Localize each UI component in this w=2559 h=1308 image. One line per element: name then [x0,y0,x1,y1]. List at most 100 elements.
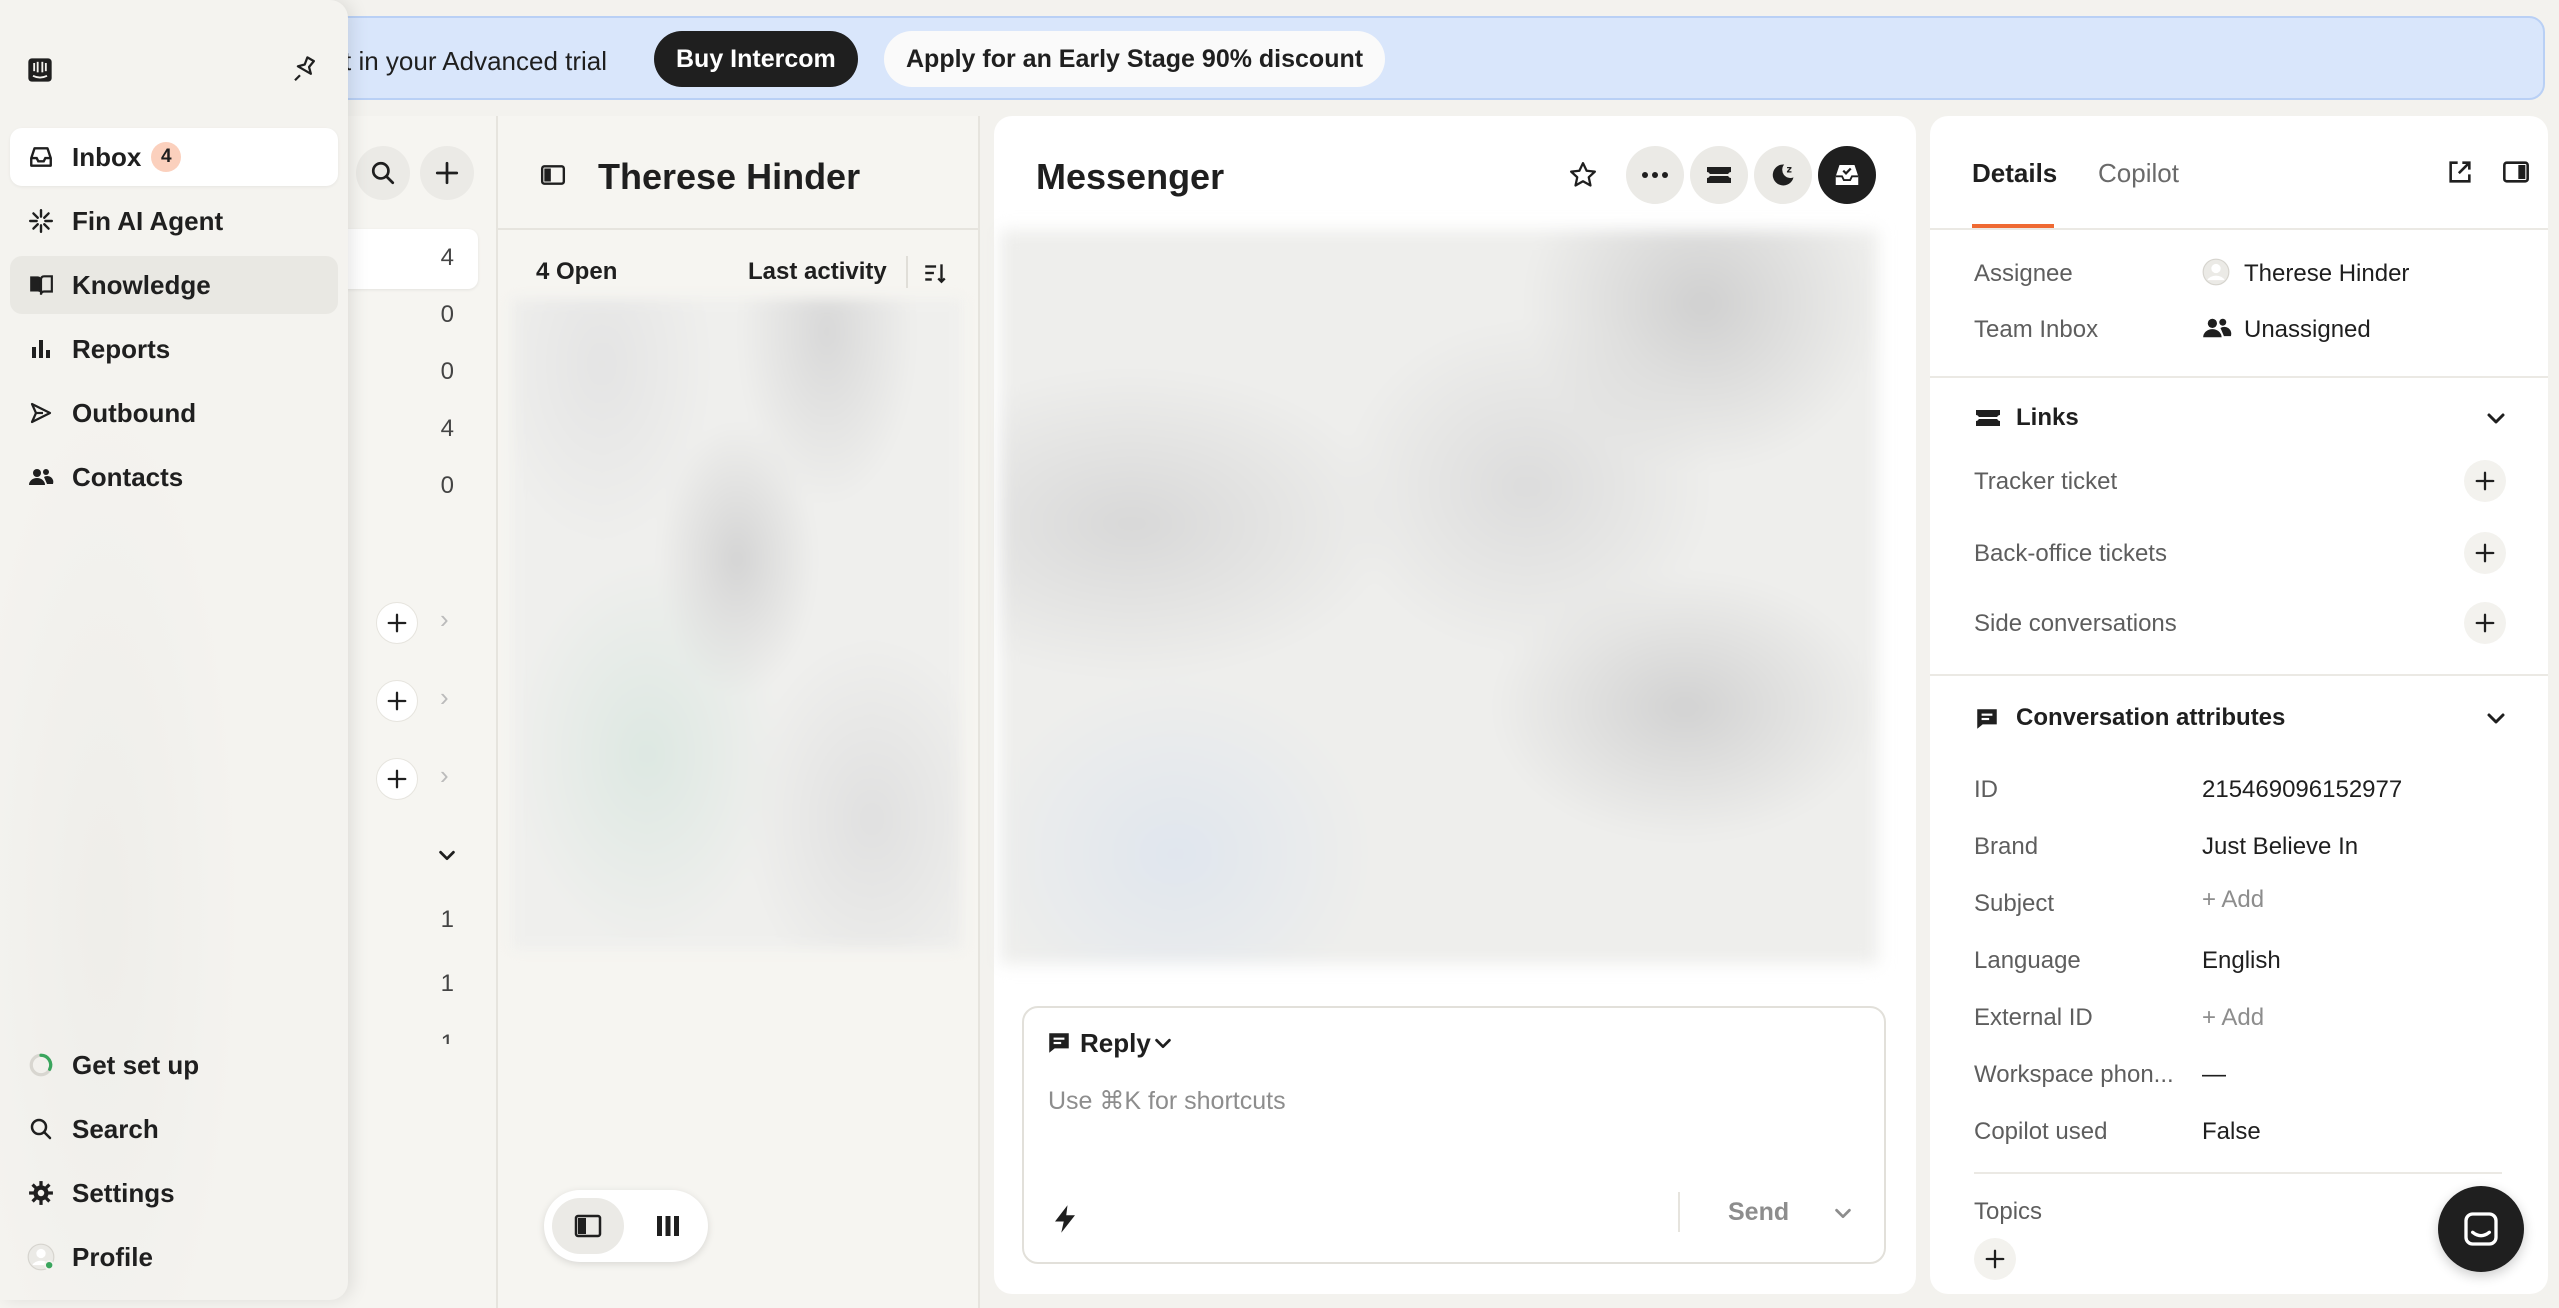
attr-id-value[interactable]: 215469096152977 [2202,776,2402,804]
sidebar-toggle-icon[interactable] [540,162,566,188]
avatar-icon [26,1242,56,1272]
list-layout-icon [574,1214,602,1238]
pin-icon[interactable] [290,54,320,84]
chevron-down-icon[interactable] [1832,1202,1854,1224]
messenger-launcher-button[interactable] [2438,1186,2524,1272]
divider [1974,1172,2502,1174]
book-icon [26,270,56,300]
chevron-down-icon[interactable] [2484,706,2508,730]
conversation-panel: Messenger z Reply Use ⌘K for shortcuts S… [994,116,1916,1294]
sort-label[interactable]: Last activity [748,258,887,286]
conversation-list-panel: Therese Hinder 4 Open Last activity [498,116,980,1308]
attr-external-id-label: External ID [1974,1004,2093,1031]
more-options-button[interactable] [1626,146,1684,204]
snooze-button[interactable]: z [1754,146,1812,204]
conversation-attributes-title[interactable]: Conversation attributes [2016,704,2285,732]
divider [1930,674,2548,676]
nav-label: Outbound [72,397,197,428]
add-back-office-ticket-button[interactable] [2464,532,2506,574]
star-button[interactable] [1554,146,1612,204]
team-inbox-label: Team Inbox [1974,316,2099,343]
attr-external-id-add[interactable]: + Add [2202,1004,2264,1032]
ticket-icon [1976,410,2000,426]
intercom-logo-icon[interactable] [26,56,54,84]
open-count[interactable]: 4 Open [536,258,617,286]
tab-details[interactable]: Details [1972,158,2057,189]
early-stage-discount-button[interactable]: Apply for an Early Stage 90% discount [884,31,1386,87]
chevron-down-icon[interactable] [436,844,458,866]
bar-chart-icon [26,334,56,364]
avatar-icon [2202,258,2230,286]
attr-language-value[interactable]: English [2202,947,2281,975]
nav-knowledge[interactable]: Knowledge [10,256,338,314]
chevron-right-icon[interactable]: › [440,682,449,713]
attr-copilot-used-value[interactable]: False [2202,1118,2261,1146]
nav-settings[interactable]: Settings [10,1164,338,1222]
attr-copilot-used-label: Copilot used [1974,1118,2108,1145]
conversation-title: Messenger [1036,156,1225,197]
nav-reports[interactable]: Reports [10,320,338,378]
links-section-title[interactable]: Links [2016,404,2079,432]
chevron-down-icon[interactable] [2484,406,2508,430]
collapse-panel-icon[interactable] [2502,158,2530,186]
chevron-down-icon[interactable] [1152,1032,1174,1054]
add-tracker-ticket-button[interactable] [2464,460,2506,502]
main-nav: Inbox 4 Fin AI Agent Knowledge Reports O… [0,0,348,1300]
nav-inbox[interactable]: Inbox 4 [10,128,338,186]
columns-view-button[interactable] [632,1198,704,1254]
close-conversation-button[interactable] [1818,146,1876,204]
new-conversation-button[interactable] [420,146,474,200]
inbox-search-button[interactable] [356,146,410,200]
inbox-icon [26,142,56,172]
buy-intercom-button[interactable]: Buy Intercom [654,31,858,87]
plus-icon [1985,1249,2005,1269]
blurred-conversation-list[interactable] [512,299,962,949]
add-side-conversation-button[interactable] [2464,602,2506,644]
divider [1678,1192,1680,1232]
attr-subject-label: Subject [1974,890,2055,917]
nav-get-set-up[interactable]: Get set up [10,1036,338,1094]
lightning-icon[interactable] [1052,1204,1078,1234]
reply-chat-icon [1049,1033,1069,1053]
nav-fin-ai-agent[interactable]: Fin AI Agent [10,192,338,250]
external-link-icon[interactable] [2446,158,2474,186]
team-inbox-value[interactable]: Unassigned [2244,316,2371,344]
attr-subject-add[interactable]: + Add [2202,886,2264,914]
nav-search[interactable]: Search [10,1100,338,1158]
chat-bubble-icon [2464,1212,2498,1246]
composer-input[interactable]: Use ⌘K for shortcuts [1048,1086,1286,1116]
add-section-button[interactable] [376,758,418,800]
add-section-button[interactable] [376,680,418,722]
banner-text: t in your Advanced trial [344,46,608,76]
tracker-ticket-label: Tracker ticket [1974,468,2118,495]
inbox-count: 0 [440,358,454,385]
view-toggle[interactable] [544,1190,708,1262]
chevron-right-icon[interactable]: › [440,604,449,635]
attr-brand-value[interactable]: Just Believe In [2202,833,2358,861]
nav-label: Inbox [72,141,142,172]
nav-label: Get set up [72,1049,200,1080]
chevron-right-icon[interactable]: › [440,760,449,791]
inbox-count: 1 [440,1030,454,1044]
nav-contacts[interactable]: Contacts [10,448,338,506]
nav-outbound[interactable]: Outbound [10,384,338,442]
inbox-count: 1 [440,970,454,997]
add-topic-button[interactable] [1974,1238,2016,1280]
reply-composer[interactable]: Reply Use ⌘K for shortcuts Send [1022,1006,1886,1264]
search-icon [371,161,395,185]
list-view-button[interactable] [552,1198,624,1254]
reply-mode-label[interactable]: Reply [1080,1028,1151,1059]
assignee-value[interactable]: Therese Hinder [2244,260,2409,288]
nav-profile[interactable]: Profile [10,1228,338,1286]
inbox-count: 0 [440,472,454,499]
tab-copilot[interactable]: Copilot [2098,158,2179,189]
progress-icon [26,1050,56,1080]
add-section-button[interactable] [376,602,418,644]
attr-workspace-phone-value[interactable]: — [2202,1061,2226,1089]
trial-banner: t in your Advanced trial Buy Intercom Ap… [0,16,2545,100]
send-button[interactable]: Send [1728,1198,1789,1227]
sort-icon[interactable] [922,260,948,286]
search-icon [26,1114,56,1144]
ticket-button[interactable] [1690,146,1748,204]
blurred-conversation-thread [1000,230,1878,964]
